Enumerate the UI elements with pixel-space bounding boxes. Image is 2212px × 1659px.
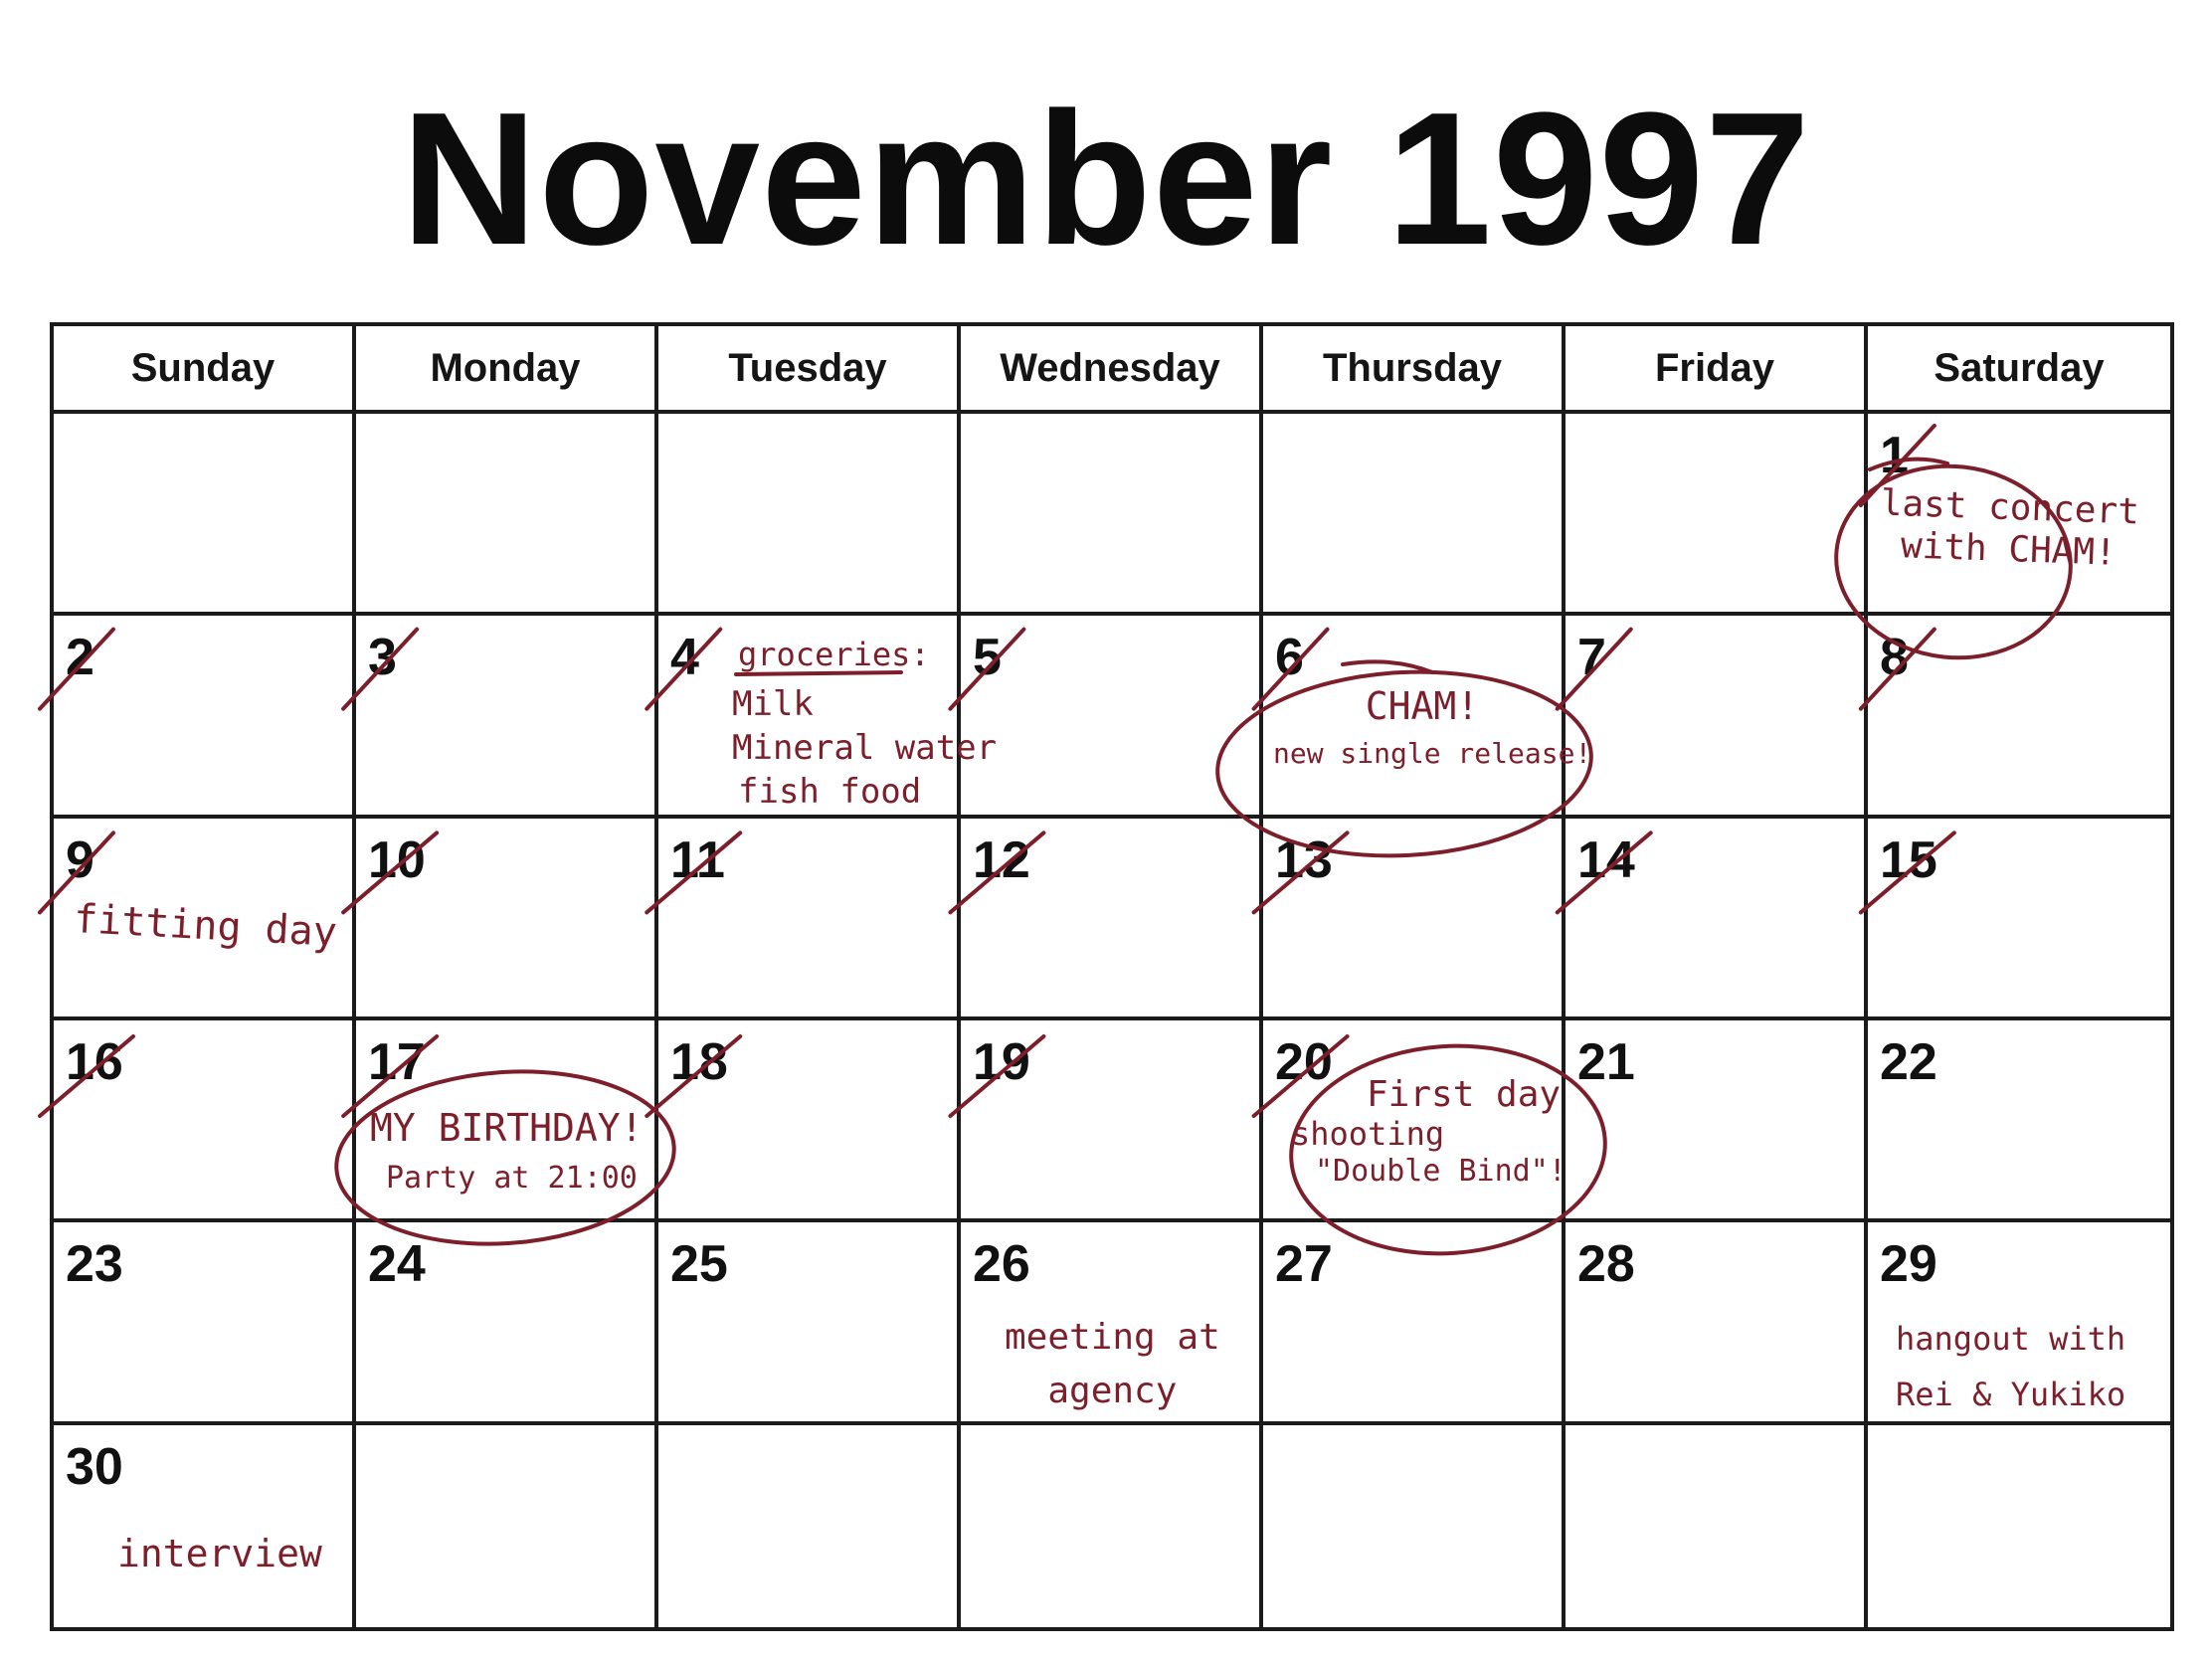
empty-day-cell — [1868, 1425, 2170, 1627]
grocery-item-milk: Milk — [732, 684, 814, 724]
day-number: 23 — [66, 1235, 123, 1294]
empty-day-cell — [658, 1424, 961, 1627]
empty-day-cell — [1263, 1424, 1566, 1627]
empty-day-cell — [1566, 1424, 1868, 1627]
day-number: 18 — [670, 1032, 728, 1091]
weekday-header-thursday: Thursday — [1263, 326, 1566, 414]
day-number: 6 — [1275, 629, 1304, 687]
note-nov30: interview — [117, 1532, 322, 1575]
day-number: 3 — [368, 629, 397, 687]
day-cell-16: 16 — [54, 1019, 356, 1223]
note-nov20: First day shooting "Double Bind"! — [1291, 1074, 1567, 1190]
day-number: 14 — [1577, 830, 1635, 889]
day-cell-13: 13 — [1263, 818, 1566, 1020]
day-number: 27 — [1275, 1235, 1333, 1294]
note-nov26: meeting at agency — [1005, 1311, 1220, 1418]
note-nov29: hangout with Rei & Yukiko — [1896, 1311, 2125, 1422]
day-cell-30: 30 — [54, 1424, 356, 1627]
weekday-header-saturday: Saturday — [1868, 326, 2170, 414]
day-number: 25 — [670, 1235, 728, 1294]
day-number: 21 — [1577, 1032, 1635, 1091]
empty-day-cell — [1263, 414, 1566, 617]
day-number: 13 — [1275, 830, 1333, 889]
day-number: 29 — [1880, 1235, 1937, 1294]
day-cell-2: 2 — [54, 616, 356, 819]
day-cell-14: 14 — [1566, 818, 1868, 1020]
day-number: 15 — [1880, 830, 1937, 889]
note-nov17: MY BIRTHDAY! Party at 21:00 — [370, 1106, 644, 1196]
day-cell-3: 3 — [356, 616, 658, 819]
day-cell-23: 23 — [54, 1222, 356, 1425]
day-number: 26 — [973, 1235, 1030, 1294]
day-number: 9 — [66, 830, 94, 889]
empty-day-cell — [356, 1424, 658, 1627]
weekday-header-friday: Friday — [1566, 326, 1868, 414]
note-nov1: last concert with CHAM! — [1879, 482, 2139, 576]
day-cell-22: 22 — [1868, 1020, 2170, 1223]
day-cell-18: 18 — [658, 1019, 961, 1223]
note-nov17-line1: MY BIRTHDAY! — [370, 1106, 644, 1150]
day-cell-8: 8 — [1868, 616, 2170, 819]
note-nov4-heading: groceries: — [738, 636, 930, 673]
day-number: 7 — [1577, 629, 1606, 687]
empty-day-cell — [961, 1424, 1263, 1627]
day-cell-12: 12 — [961, 818, 1263, 1020]
empty-day-cell — [1566, 414, 1868, 617]
note-nov29-line1: hangout with — [1896, 1320, 2126, 1358]
note-nov29-line2: Rei & Yukiko — [1896, 1376, 2126, 1413]
grocery-item-fish-food: fish food — [738, 772, 922, 812]
day-number: 11 — [670, 830, 725, 889]
weekday-header-sunday: Sunday — [54, 326, 356, 414]
note-nov26-line2: agency — [1047, 1371, 1178, 1411]
calendar-title: November 1997 — [401, 74, 1811, 284]
grocery-item-mineral-water: Mineral water — [732, 728, 998, 768]
day-number: 5 — [973, 629, 1002, 687]
day-cell-10: 10 — [356, 818, 658, 1020]
weekday-header-wednesday: Wednesday — [961, 326, 1263, 414]
note-nov4-list: Milk Mineral water fish food — [732, 682, 997, 814]
note-nov26-line1: meeting at — [1005, 1317, 1220, 1358]
day-number: 17 — [368, 1032, 426, 1091]
day-number: 16 — [66, 1032, 123, 1091]
empty-day-cell — [54, 414, 356, 617]
weekday-header-tuesday: Tuesday — [658, 326, 961, 414]
day-cell-28: 28 — [1566, 1222, 1868, 1425]
note-nov6-line2: new single release! — [1273, 736, 1592, 770]
note-nov1-line2: with CHAM! — [1900, 525, 2118, 575]
day-cell-15: 15 — [1868, 819, 2170, 1020]
day-number: 22 — [1880, 1032, 1937, 1091]
day-number: 8 — [1880, 629, 1909, 687]
note-nov6: CHAM! new single release! — [1273, 684, 1592, 770]
note-nov6-line1: CHAM! — [1365, 684, 1480, 728]
day-number: 4 — [670, 629, 699, 687]
day-cell-5: 5 — [961, 616, 1263, 819]
day-cell-7: 7 — [1566, 616, 1868, 819]
empty-day-cell — [658, 414, 961, 617]
day-cell-21: 21 — [1566, 1019, 1868, 1223]
day-cell-24: 24 — [356, 1222, 658, 1425]
day-number: 10 — [368, 830, 426, 889]
empty-day-cell — [356, 414, 658, 617]
day-cell-19: 19 — [961, 1019, 1263, 1223]
day-number: 30 — [66, 1437, 123, 1496]
note-nov20-line3: "Double Bind"! — [1315, 1154, 1567, 1190]
weekday-header-monday: Monday — [356, 326, 658, 414]
day-number: 28 — [1577, 1235, 1635, 1294]
day-cell-25: 25 — [658, 1222, 961, 1425]
day-number: 1 — [1880, 427, 1909, 484]
day-number: 24 — [368, 1235, 426, 1294]
day-cell-27: 27 — [1263, 1222, 1566, 1425]
note-nov20-line1: First day — [1367, 1074, 1562, 1115]
day-number: 12 — [973, 830, 1030, 889]
note-nov20-line2: shooting — [1291, 1115, 1445, 1154]
calendar-grid: Sunday Monday Tuesday Wednesday Thursday… — [50, 322, 2174, 1631]
empty-day-cell — [961, 414, 1263, 617]
day-number: 19 — [973, 1032, 1030, 1091]
day-cell-11: 11 — [658, 818, 961, 1020]
day-number: 2 — [66, 629, 94, 687]
note-nov17-line2: Party at 21:00 — [386, 1160, 638, 1196]
